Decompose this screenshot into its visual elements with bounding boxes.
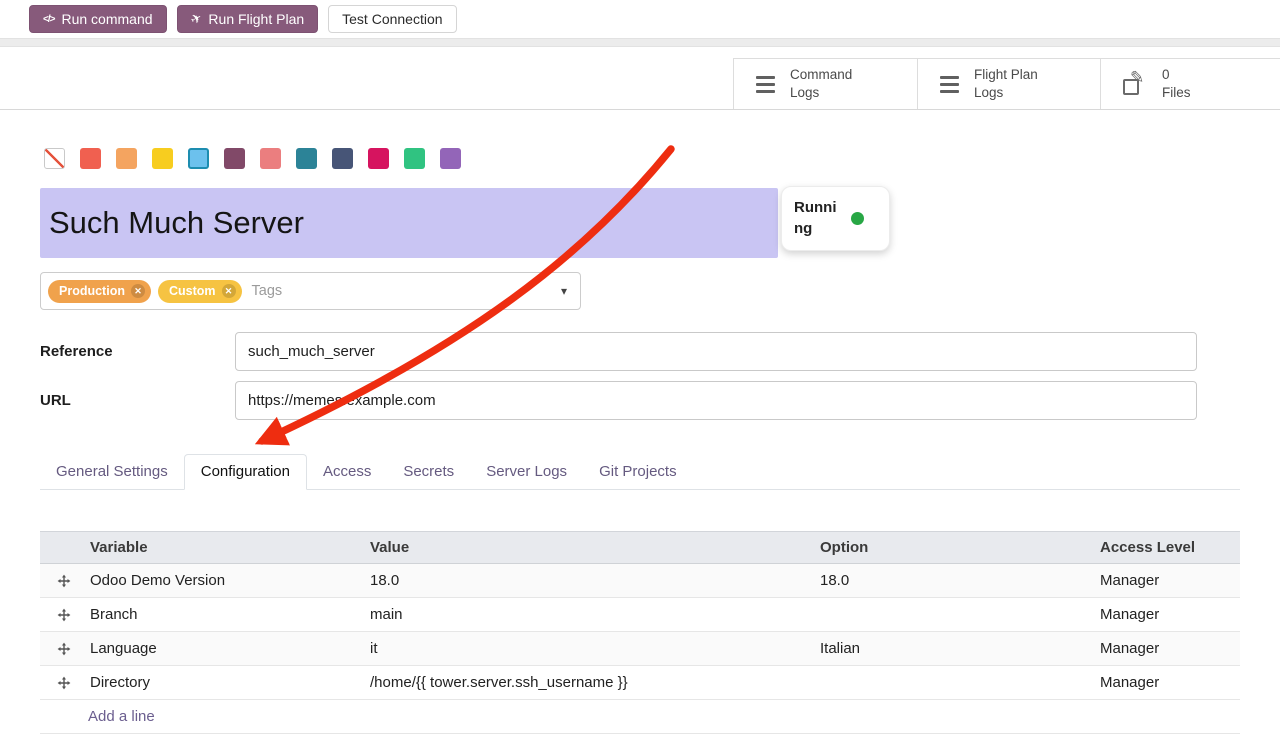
tag-custom-label: Custom [169,284,216,298]
drag-handle-icon[interactable] [40,574,88,588]
color-swatch-orange[interactable] [116,148,137,169]
url-input[interactable] [235,381,1197,420]
action-bar: </> Run command ✈ Run Flight Plan Test C… [0,0,1280,38]
edit-pencil-icon: ✎ [1123,72,1147,96]
run-flight-plan-button[interactable]: ✈ Run Flight Plan [177,5,319,33]
tag-production-label: Production [59,284,125,298]
table-row[interactable]: Language it Italian Manager [40,632,1240,666]
test-connection-label: Test Connection [342,11,442,27]
status-label: Running [794,198,842,239]
server-name-field[interactable]: Such Much Server [40,188,778,258]
cell-option: 18.0 [818,572,1098,589]
drag-handle-icon[interactable] [40,676,88,690]
tab-git-projects[interactable]: Git Projects [583,455,693,489]
tab-secrets[interactable]: Secrets [387,455,470,489]
reference-label: Reference [40,332,113,371]
color-swatch-none[interactable] [44,148,65,169]
tab-configuration[interactable]: Configuration [184,454,307,490]
remove-tag-icon[interactable]: ✕ [222,284,236,298]
table-row[interactable]: Odoo Demo Version 18.0 18.0 Manager [40,564,1240,598]
configuration-table: Variable Value Option Access Level Odoo … [40,531,1240,734]
run-command-button[interactable]: </> Run command [29,5,167,33]
cell-variable: Branch [88,606,368,623]
table-row[interactable]: Branch main Manager [40,598,1240,632]
cell-value: main [368,606,818,623]
cell-variable: Directory [88,674,368,691]
cell-value: it [368,640,818,657]
cell-option: Italian [818,640,1098,657]
color-swatch-salmon[interactable] [260,148,281,169]
table-header-row: Variable Value Option Access Level [40,531,1240,564]
tags-field[interactable]: Production ✕ Custom ✕ Tags ▾ [40,272,581,310]
drag-handle-icon[interactable] [40,642,88,656]
header-value: Value [368,539,818,556]
add-a-line-row: Add a line [40,700,1240,734]
header-option: Option [818,539,1098,556]
menu-lines-icon [940,76,959,93]
tab-access[interactable]: Access [307,455,387,489]
cell-value: 18.0 [368,572,818,589]
color-swatch-lightblue-selected[interactable] [188,148,209,169]
paper-plane-icon: ✈ [187,9,204,28]
color-swatch-purple[interactable] [440,148,461,169]
cell-access: Manager [1098,640,1240,657]
cell-variable: Odoo Demo Version [88,572,368,589]
add-a-line-link[interactable]: Add a line [88,708,155,725]
tab-server-logs[interactable]: Server Logs [470,455,583,489]
color-palette [44,148,461,169]
color-swatch-magenta[interactable] [368,148,389,169]
tag-production: Production ✕ [48,280,151,303]
table-row[interactable]: Directory /home/{{ tower.server.ssh_user… [40,666,1240,700]
color-swatch-darkpurple[interactable] [224,148,245,169]
notebook-tabs: General Settings Configuration Access Se… [40,454,1240,490]
stat-buttons: Command Logs Flight Plan Logs ✎ 0 File [733,58,1280,109]
run-flight-plan-label: Run Flight Plan [208,11,304,27]
color-swatch-green[interactable] [404,148,425,169]
remove-tag-icon[interactable]: ✕ [131,284,145,298]
status-dot-icon [851,212,864,225]
cell-access: Manager [1098,606,1240,623]
run-command-label: Run command [61,11,152,27]
tab-general-settings[interactable]: General Settings [40,455,184,489]
files-button[interactable]: ✎ 0 Files [1100,59,1280,109]
color-swatch-yellow[interactable] [152,148,173,169]
test-connection-button[interactable]: Test Connection [328,5,456,33]
command-logs-label: Command Logs [790,66,852,101]
reference-input[interactable] [235,332,1197,371]
color-swatch-navy[interactable] [332,148,353,169]
cell-access: Manager [1098,674,1240,691]
chevron-down-icon[interactable]: ▾ [561,284,567,298]
control-panel: Command Logs Flight Plan Logs ✎ 0 File [0,47,1280,110]
cell-value: /home/{{ tower.server.ssh_username }} [368,674,818,691]
tag-custom: Custom ✕ [158,280,242,303]
url-label: URL [40,381,71,420]
command-logs-button[interactable]: Command Logs [733,59,917,109]
tags-placeholder: Tags [252,283,283,299]
header-access-level: Access Level [1098,539,1240,556]
header-variable: Variable [88,539,368,556]
flight-plan-logs-button[interactable]: Flight Plan Logs [917,59,1100,109]
code-icon: </> [43,14,54,25]
cell-access: Manager [1098,572,1240,589]
color-swatch-red[interactable] [80,148,101,169]
menu-lines-icon [756,76,775,93]
cell-variable: Language [88,640,368,657]
divider-band [0,38,1280,47]
files-label: 0 Files [1162,66,1191,101]
status-widget[interactable]: Running [781,186,890,251]
drag-handle-icon[interactable] [40,608,88,622]
screen: </> Run command ✈ Run Flight Plan Test C… [0,0,1280,742]
color-swatch-teal[interactable] [296,148,317,169]
flight-plan-logs-label: Flight Plan Logs [974,66,1038,101]
table-body: Odoo Demo Version 18.0 18.0 Manager Bran… [40,564,1240,700]
